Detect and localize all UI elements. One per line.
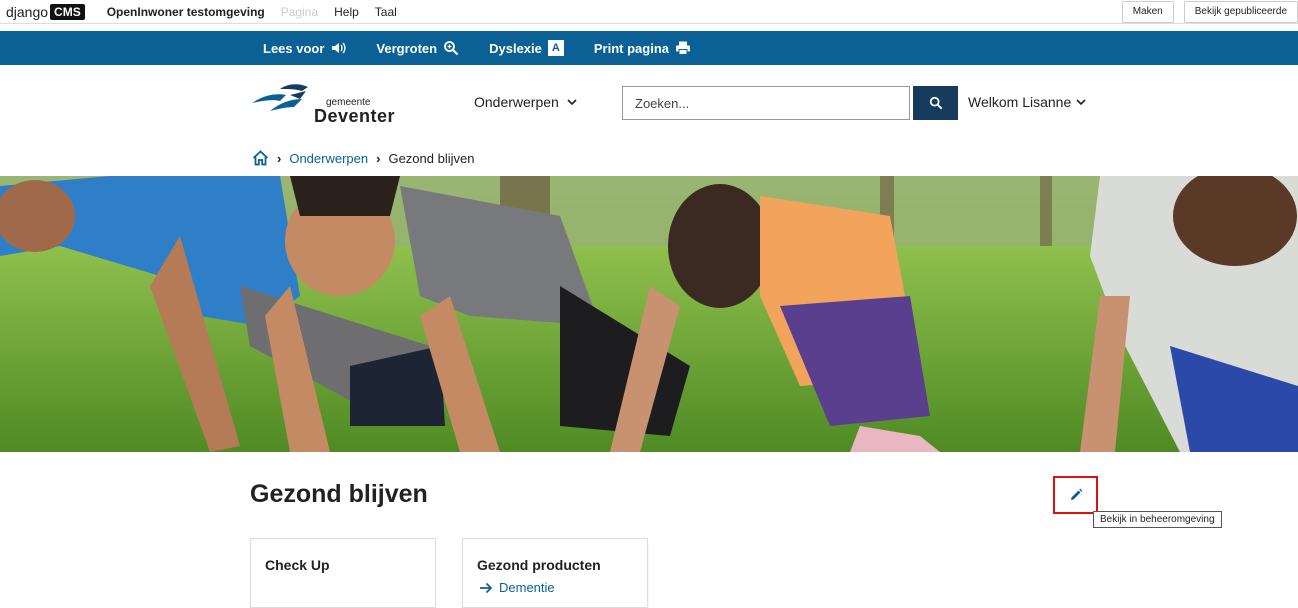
print-button[interactable]: Print pagina [594, 40, 691, 56]
zoom-button[interactable]: Vergroten [376, 40, 459, 56]
page-title: Gezond blijven [250, 480, 428, 508]
breadcrumb-topics[interactable]: Onderwerpen [289, 151, 368, 166]
cms-menu-page[interactable]: Pagina [281, 5, 318, 19]
cms-site-name[interactable]: OpenInwoner testomgeving [107, 5, 265, 19]
card-title: Check Up [265, 557, 330, 573]
breadcrumb-current: Gezond blijven [388, 150, 475, 166]
breadcrumb-separator: › [277, 150, 282, 166]
breadcrumb-separator: › [376, 150, 381, 166]
home-icon[interactable] [252, 150, 269, 166]
topics-label: Onderwerpen [474, 94, 559, 110]
cms-logo-badge: CMS [50, 3, 85, 20]
card-title: Gezond producten [477, 557, 601, 573]
welcome-label: Welkom Lisanne [968, 94, 1072, 110]
edit-tooltip: Bekijk in beheeromgeving [1093, 511, 1222, 528]
search-input[interactable]: Zoeken... [622, 86, 910, 120]
cms-actions: Maken Bekijk gepubliceerde [1121, 0, 1298, 23]
search-button[interactable] [913, 86, 958, 120]
dyslexia-label: Dyslexie [489, 40, 542, 56]
search-icon [929, 96, 942, 110]
search-placeholder: Zoeken... [635, 95, 690, 111]
gemeente-deventer-logo[interactable]: gemeente Deventer [250, 81, 395, 127]
dyslexia-icon: A [547, 40, 564, 56]
arrow-right-icon [480, 582, 493, 593]
pencil-icon [1070, 488, 1082, 500]
printer-icon [676, 41, 690, 55]
accessibility-bar: Lees voor Vergroten Dyslexie A Print pag… [0, 31, 1298, 65]
speaker-icon [332, 42, 346, 54]
zoom-in-icon [444, 41, 459, 56]
cms-menu: OpenInwoner testomgeving Pagina Help Taa… [107, 5, 397, 19]
print-label: Print pagina [593, 40, 669, 56]
edit-button[interactable] [1053, 476, 1098, 514]
cms-logo-text: django [6, 3, 49, 20]
cms-toolbar: django CMS OpenInwoner testomgeving Pagi… [0, 0, 1298, 24]
view-published-button[interactable]: Bekijk gepubliceerde [1183, 0, 1298, 23]
read-aloud-button[interactable]: Lees voor [263, 40, 346, 56]
dyslexia-button[interactable]: Dyslexie A [489, 40, 564, 56]
cms-menu-help[interactable]: Help [334, 5, 359, 19]
create-button[interactable]: Maken [1121, 0, 1174, 23]
zoom-label: Vergroten [376, 40, 438, 56]
card-link-label: Dementie [499, 580, 555, 595]
site-header: gemeente Deventer Onderwerpen Zoeken... … [0, 65, 1298, 145]
cms-menu-language[interactable]: Taal [375, 5, 397, 19]
chevron-down-icon [567, 99, 577, 106]
topics-dropdown[interactable]: Onderwerpen [474, 94, 577, 110]
chevron-down-icon [1076, 99, 1086, 106]
read-aloud-label: Lees voor [263, 40, 325, 56]
hero-image [0, 176, 1298, 452]
hero-photo [0, 176, 1298, 452]
breadcrumb: › Onderwerpen › Gezond blijven [252, 150, 474, 166]
cms-logo[interactable]: django CMS [6, 3, 85, 20]
card-link-dementie[interactable]: Dementie [479, 580, 555, 595]
logo-line2: Deventer [314, 106, 396, 126]
user-menu[interactable]: Welkom Lisanne [968, 94, 1086, 110]
